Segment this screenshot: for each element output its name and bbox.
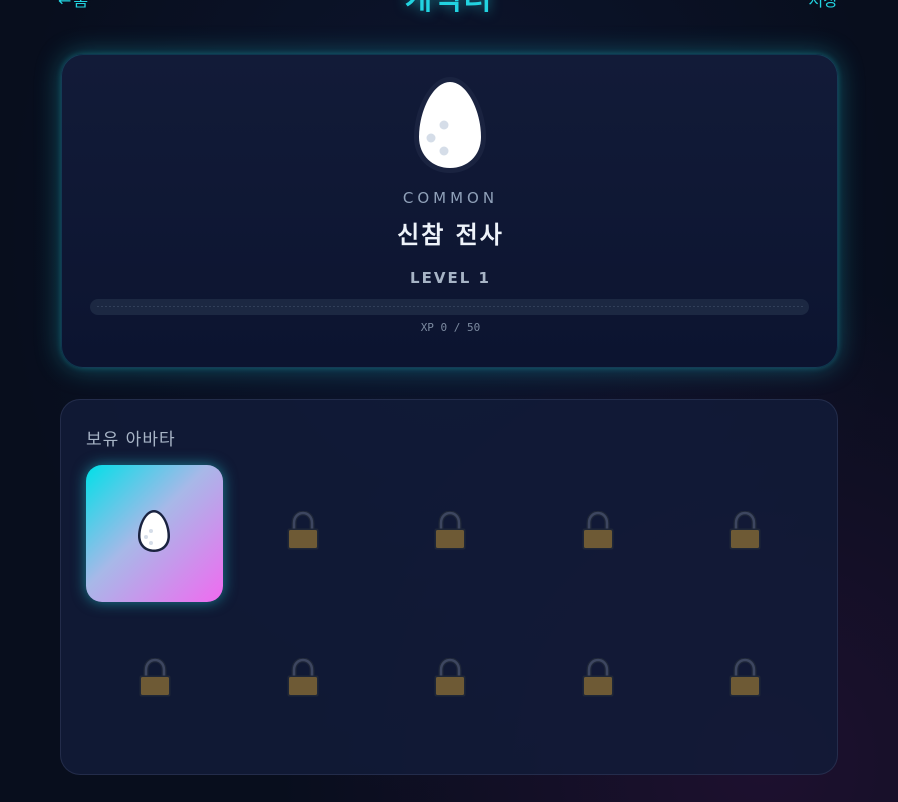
save-button[interactable]: 저장	[809, 0, 838, 10]
xp-progress-bar	[90, 299, 809, 315]
header: ←홈 캐릭터 저장	[0, 0, 898, 20]
lock-icon	[139, 658, 171, 697]
avatar-slot-locked[interactable]	[86, 612, 223, 749]
avatar-slot-locked[interactable]	[381, 465, 518, 602]
avatar-slot-selected[interactable]	[86, 465, 223, 602]
avatar-inventory: 보유 아바타	[60, 399, 838, 775]
avatar-slot-locked[interactable]	[676, 465, 813, 602]
avatar-slot-locked[interactable]	[529, 612, 666, 749]
lock-icon	[729, 658, 761, 697]
character-page: ←홈 캐릭터 저장 COMMON 신참 전사 LEVEL 1 XP 0 / 50…	[0, 0, 898, 802]
lock-icon	[287, 658, 318, 697]
lock-icon	[729, 511, 761, 550]
lock-icon	[582, 658, 613, 697]
egg-icon	[414, 77, 486, 173]
lock-icon	[434, 511, 466, 550]
avatar-slot-locked[interactable]	[529, 465, 666, 602]
rarity-label: COMMON	[402, 189, 499, 207]
avatar-slot-locked[interactable]	[234, 465, 371, 602]
avatar-slot-locked[interactable]	[381, 612, 518, 749]
character-name: 신참 전사	[397, 221, 504, 249]
lock-icon	[287, 511, 318, 550]
profile-card: COMMON 신참 전사 LEVEL 1 XP 0 / 50	[61, 54, 838, 368]
avatar-slot-locked[interactable]	[676, 612, 813, 749]
xp-text: XP 0 / 50	[420, 321, 481, 334]
page-title: 캐릭터	[0, 0, 898, 20]
egg-icon	[138, 510, 170, 552]
level-label: LEVEL 1	[410, 269, 491, 287]
lock-icon	[434, 658, 466, 697]
lock-icon	[582, 511, 613, 550]
avatar-slot-locked[interactable]	[234, 612, 371, 749]
inventory-title: 보유 아바타	[86, 430, 176, 450]
xp-bar-track-pattern	[96, 306, 803, 307]
